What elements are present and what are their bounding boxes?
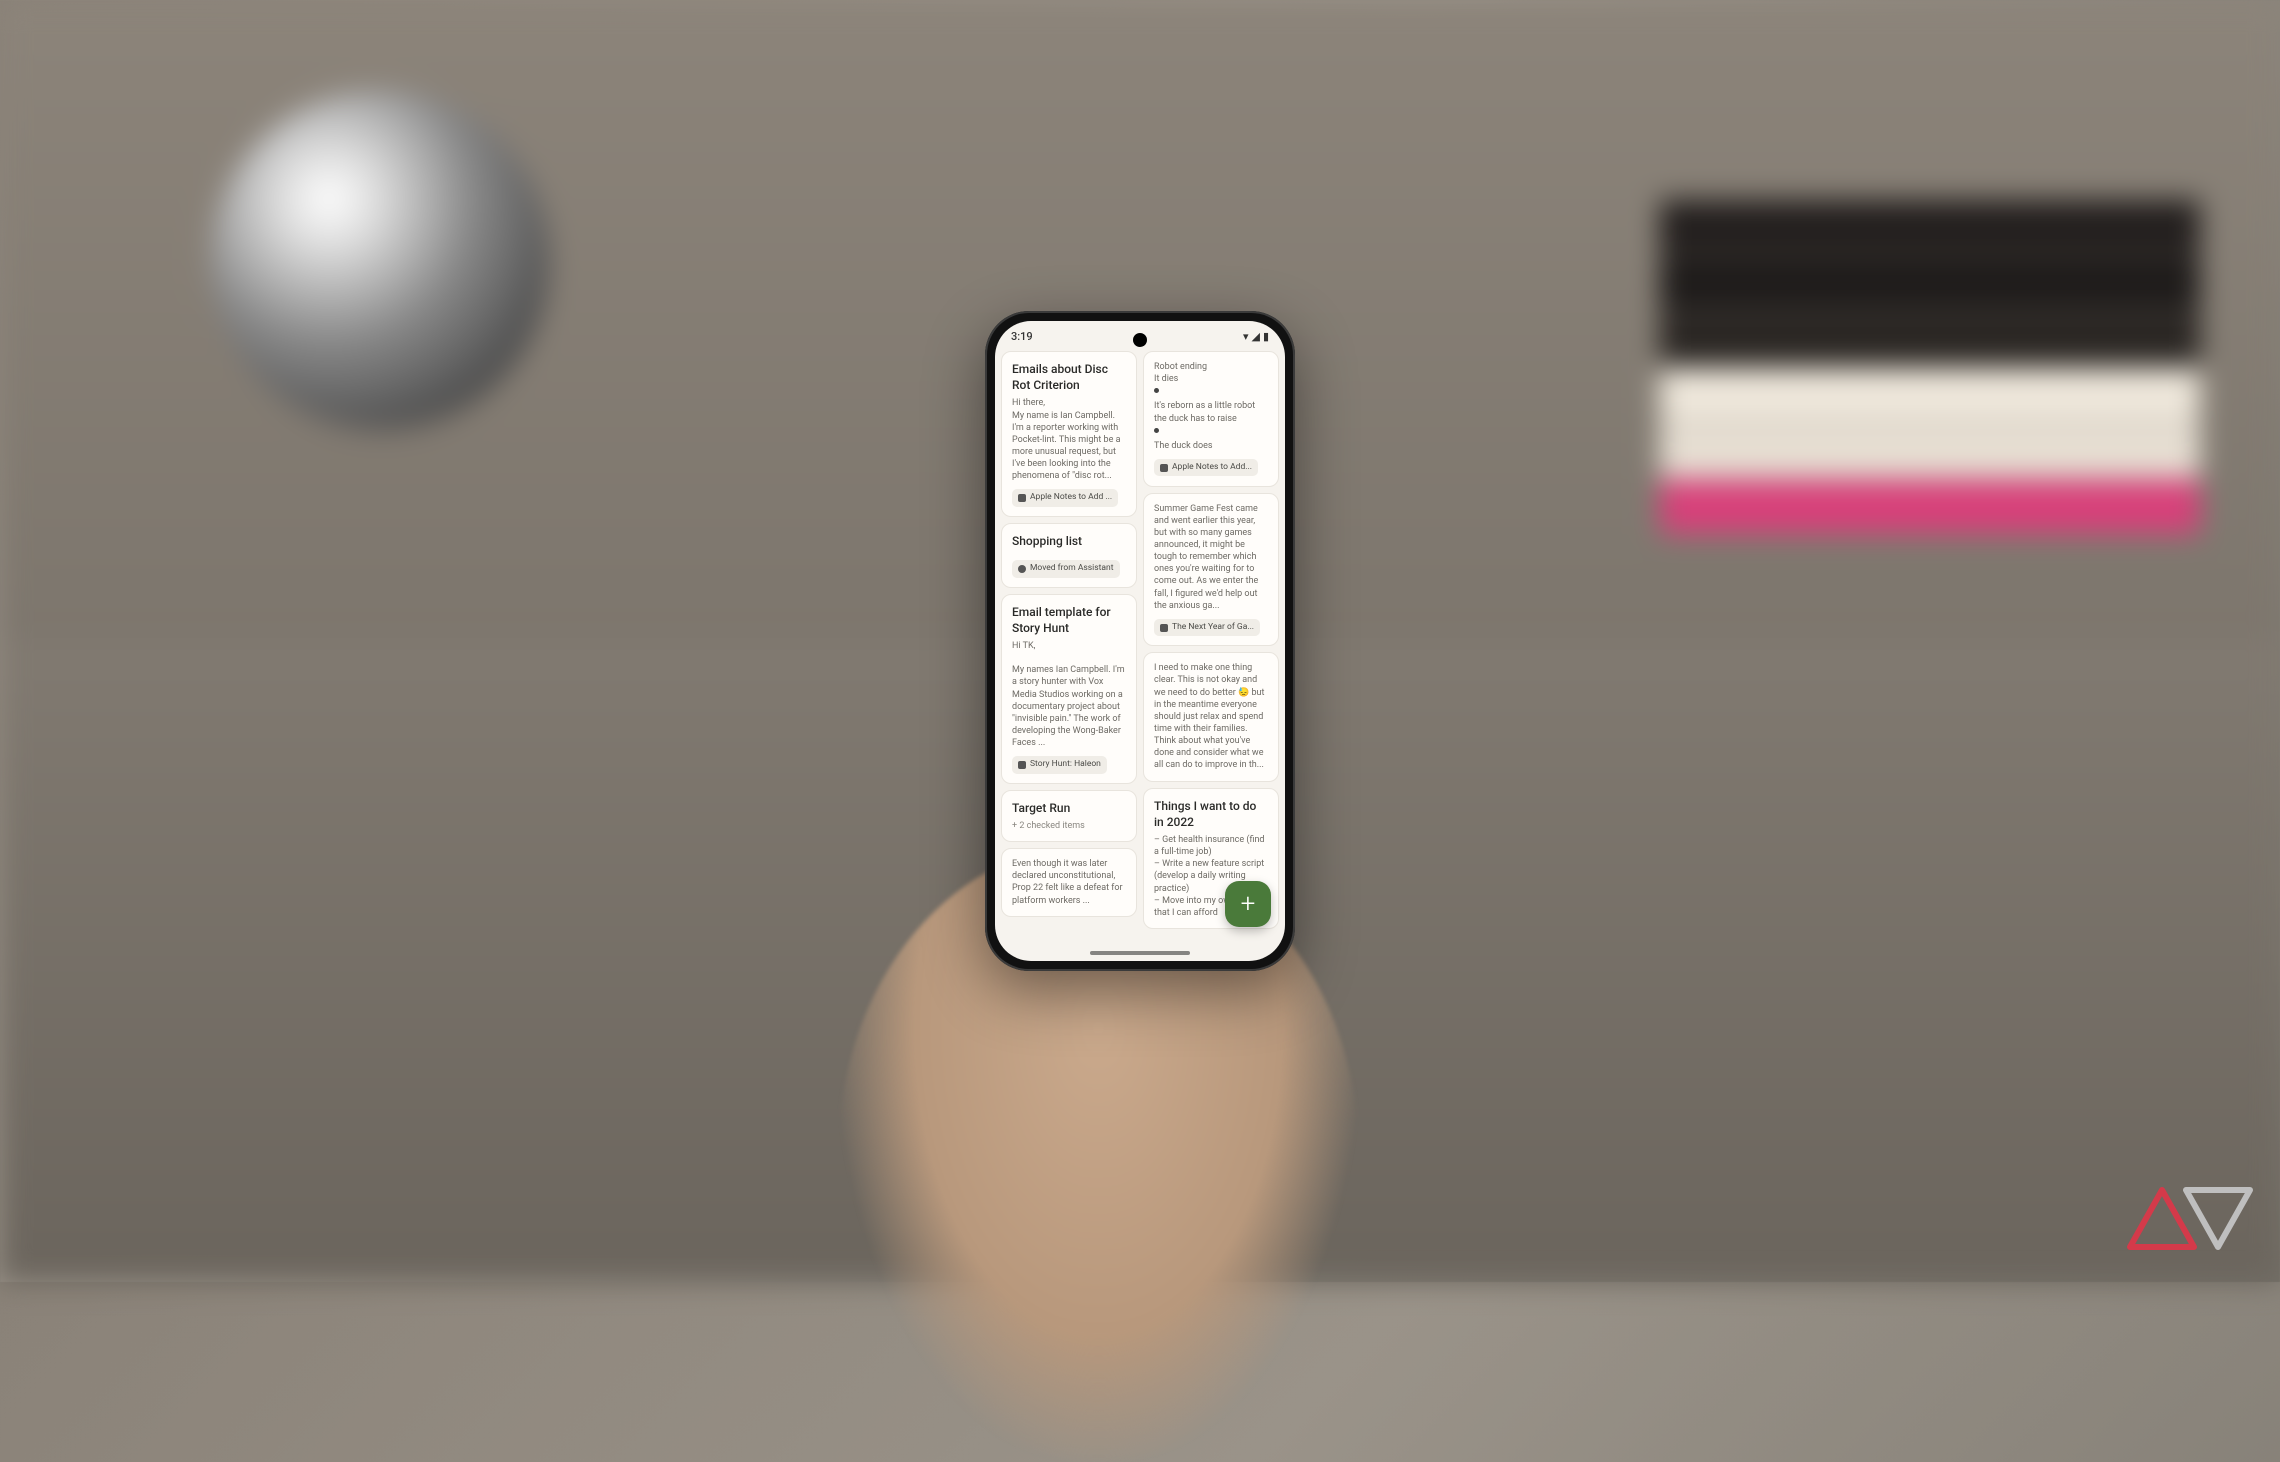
- note-card[interactable]: Robot ending It dies It's reborn as a li…: [1143, 351, 1279, 487]
- camera-hole: [1133, 333, 1147, 347]
- notes-col-right: Robot ending It dies It's reborn as a li…: [1143, 351, 1279, 955]
- note-body: Hi there, My name is Ian Campbell. I'm a…: [1012, 397, 1126, 482]
- tag-icon: [1160, 624, 1168, 632]
- note-checked-summary: + 2 checked items: [1012, 820, 1126, 832]
- notes-grid[interactable]: Emails about Disc Rot Criterion Hi there…: [995, 351, 1285, 961]
- note-tag[interactable]: The Next Year of Ga...: [1154, 619, 1260, 636]
- note-body: Hi TK, My names Ian Campbell. I'm a stor…: [1012, 640, 1126, 749]
- new-note-fab[interactable]: +: [1225, 881, 1271, 927]
- watermark-logo: [2120, 1172, 2260, 1262]
- tag-icon: [1018, 494, 1026, 502]
- note-card[interactable]: Shopping list Moved from Assistant: [1001, 523, 1137, 588]
- note-body: I need to make one thing clear. This is …: [1154, 662, 1268, 771]
- tag-icon: [1160, 464, 1168, 472]
- notes-col-left: Emails about Disc Rot Criterion Hi there…: [1001, 351, 1137, 955]
- phone-frame: 3:19 ▾ ◢ ▮ Emails about Disc Rot Criteri…: [985, 311, 1295, 971]
- note-card[interactable]: Even though it was later declared uncons…: [1001, 848, 1137, 917]
- note-title: Emails about Disc Rot Criterion: [1012, 361, 1126, 393]
- note-card[interactable]: Email template for Story Hunt Hi TK, My …: [1001, 594, 1137, 784]
- note-title: Things I want to do in 2022: [1154, 798, 1268, 830]
- bullet-icon: [1154, 428, 1159, 433]
- note-tag[interactable]: Apple Notes to Add ...: [1012, 489, 1118, 506]
- assistant-icon: [1018, 565, 1026, 573]
- note-body: Summer Game Fest came and went earlier t…: [1154, 503, 1268, 612]
- note-body: Even though it was later declared uncons…: [1012, 858, 1126, 907]
- plus-icon: +: [1241, 889, 1256, 919]
- note-card[interactable]: Emails about Disc Rot Criterion Hi there…: [1001, 351, 1137, 517]
- wifi-icon: ▾: [1243, 330, 1249, 343]
- bullet-icon: [1154, 388, 1159, 393]
- note-tag[interactable]: Apple Notes to Add...: [1154, 459, 1258, 476]
- battery-icon: ▮: [1263, 330, 1269, 343]
- note-title: Shopping list: [1012, 533, 1126, 549]
- signal-icon: ◢: [1251, 330, 1259, 343]
- tag-icon: [1018, 761, 1026, 769]
- note-tag[interactable]: Story Hunt: Haleon: [1012, 756, 1107, 773]
- status-time: 3:19: [1011, 330, 1033, 343]
- note-tag[interactable]: Moved from Assistant: [1012, 560, 1120, 577]
- gesture-nav-bar[interactable]: [1090, 951, 1190, 955]
- note-title: Email template for Story Hunt: [1012, 604, 1126, 636]
- note-card[interactable]: Summer Game Fest came and went earlier t…: [1143, 493, 1279, 647]
- note-title: Target Run: [1012, 800, 1126, 816]
- note-card[interactable]: Target Run + 2 checked items: [1001, 790, 1137, 842]
- note-card[interactable]: I need to make one thing clear. This is …: [1143, 652, 1279, 781]
- status-icons: ▾ ◢ ▮: [1243, 330, 1269, 343]
- note-body: Robot ending It dies It's reborn as a li…: [1154, 361, 1268, 452]
- phone-screen: 3:19 ▾ ◢ ▮ Emails about Disc Rot Criteri…: [995, 321, 1285, 961]
